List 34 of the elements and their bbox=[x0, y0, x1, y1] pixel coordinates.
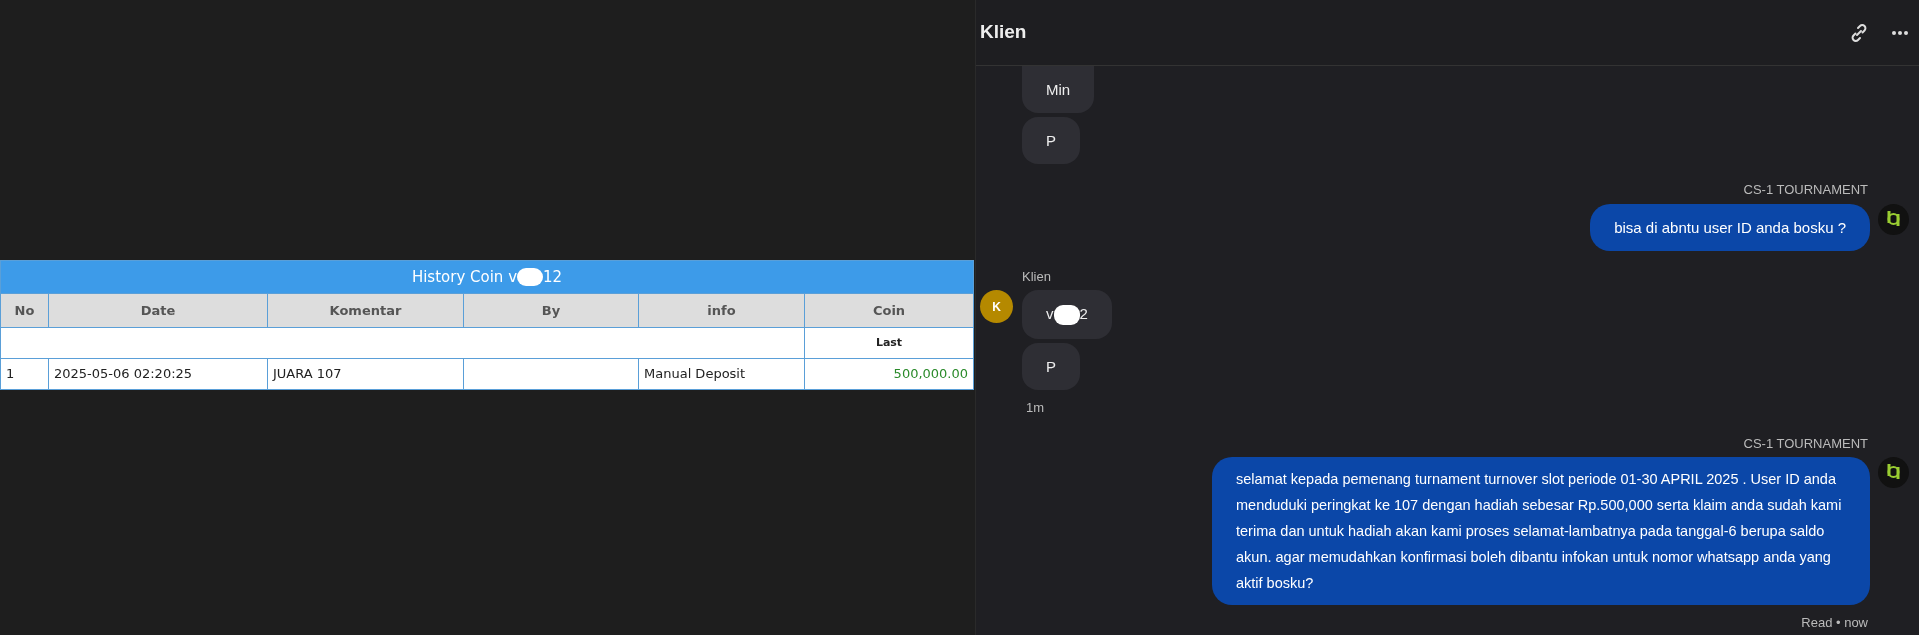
sender-name: CS-1 TOURNAMENT bbox=[1743, 181, 1868, 199]
avatar-icon bbox=[1878, 457, 1909, 489]
table-cell: Manual Deposit bbox=[638, 358, 805, 390]
column-header: Date bbox=[48, 293, 268, 328]
message-text: v bbox=[1046, 305, 1054, 322]
table-cell: 500,000.00 bbox=[804, 358, 974, 390]
read-status: Read • now bbox=[1801, 614, 1868, 633]
more-icon[interactable] bbox=[1891, 29, 1909, 36]
table-title: History Coin v bbox=[411, 267, 518, 286]
table-cell: 1 bbox=[0, 358, 49, 390]
column-header: No bbox=[0, 293, 49, 328]
message-bubble: P bbox=[1022, 343, 1080, 391]
redaction-mark bbox=[1053, 305, 1080, 326]
sender-name: CS-1 TOURNAMENT bbox=[1743, 434, 1868, 453]
message-bubble: selamat kepada pemenang turnament turnover slot periode 01-30 APRIL 2025 . User ID anda menduduki peringkat ke 107 dengan hadiah sebesar Rp.500,000 serta klaim anda sudah kami terima dan untuk hadiah akan kami proses selamat-lambatnya pada tanggal-6 berupa saldo akun. agar memudahkan konfirmasi boleh dibantu infokan untuk nomor whatsapp anda yang aktif bosku? bbox=[1212, 457, 1870, 606]
column-header: Coin bbox=[804, 293, 974, 328]
redaction-mark bbox=[517, 268, 544, 287]
message-bubble: Min bbox=[1022, 66, 1095, 113]
sender-name: Klien bbox=[1022, 267, 1051, 286]
column-header: Komentar bbox=[267, 293, 464, 328]
message-bubble: bisa di abntu user ID anda bosku ? bbox=[1590, 203, 1870, 251]
message-text: 2 bbox=[1079, 305, 1088, 322]
avatar-icon bbox=[1878, 203, 1909, 235]
table-cell: JUARA 107 bbox=[267, 358, 464, 390]
table-title: 12 bbox=[543, 267, 563, 286]
link-icon[interactable] bbox=[1849, 22, 1869, 43]
message-bubble: P bbox=[1022, 117, 1080, 164]
column-header: By bbox=[463, 293, 639, 328]
avatar: K bbox=[980, 290, 1013, 323]
column-subheader: Last bbox=[804, 327, 974, 359]
table-cell: 2025-05-06 02:20:25 bbox=[48, 358, 268, 390]
message-time: 1m bbox=[1026, 399, 1045, 418]
column-header: info bbox=[638, 293, 805, 328]
chat-title: Klien bbox=[980, 20, 1028, 45]
